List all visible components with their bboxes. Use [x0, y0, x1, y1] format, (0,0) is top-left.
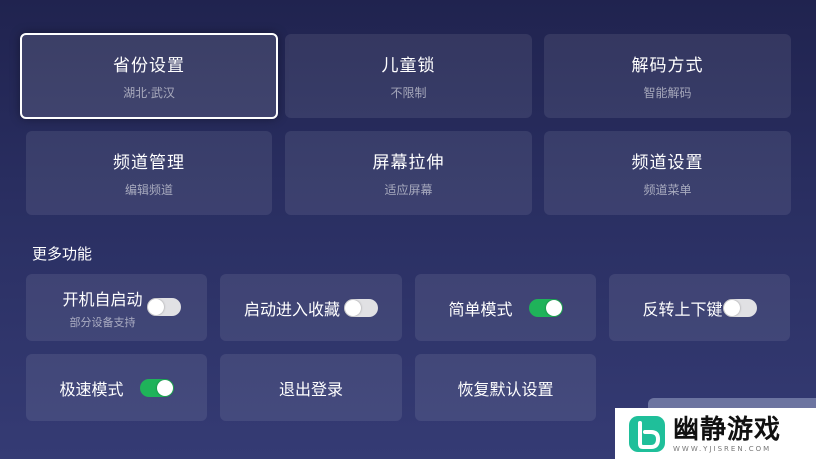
watermark-badge: 幽静游戏 WWW.YJISREN.COM: [615, 408, 816, 459]
tile-subtitle: 频道菜单: [643, 183, 692, 197]
tile-label: 开机自启动: [62, 289, 143, 309]
section-title-more-features: 更多功能: [32, 245, 93, 263]
invert-updown-keys-toggle[interactable]: [722, 298, 757, 317]
tile-title: 儿童锁: [381, 56, 436, 76]
restore-defaults-button[interactable]: 恢复默认设置: [415, 354, 596, 421]
tile-content: 极速模式: [59, 376, 174, 400]
tile-label: 极速模式: [59, 379, 124, 399]
tile-title: 频道设置: [631, 153, 704, 173]
watermark-text: 幽静游戏 WWW.YJISREN.COM: [673, 415, 781, 453]
tile-child-lock[interactable]: 儿童锁 不限制: [285, 34, 532, 118]
tile-channel-settings[interactable]: 频道设置 频道菜单: [544, 131, 791, 215]
tile-subtitle: 适应屏幕: [384, 183, 433, 197]
toggle-knob: [148, 299, 164, 315]
auto-start-toggle[interactable]: [147, 298, 181, 316]
tile-decode-mode[interactable]: 解码方式 智能解码: [544, 34, 791, 118]
tile-content: 启动进入收藏: [244, 296, 378, 320]
tile-subtitle: 编辑频道: [124, 183, 173, 197]
tile-subtitle: 部分设备支持: [69, 315, 136, 329]
watermark-name: 幽静游戏: [673, 414, 782, 445]
tile-auto-start[interactable]: 开机自启动 部分设备支持: [26, 274, 207, 341]
tile-invert-updown-keys[interactable]: 反转上下键: [609, 274, 790, 341]
tile-simple-mode[interactable]: 简单模式: [415, 274, 596, 341]
tile-province-settings[interactable]: 省份设置 湖北·武汉: [20, 33, 278, 119]
tile-title: 频道管理: [113, 153, 185, 173]
tile-title: 解码方式: [631, 56, 704, 76]
tile-title: 省份设置: [113, 56, 185, 76]
watermark-logo-icon: [629, 415, 665, 452]
logout-button[interactable]: 退出登录: [220, 354, 402, 421]
toggle-knob: [723, 299, 740, 316]
tile-label: 启动进入收藏: [243, 299, 340, 319]
toggle-knob: [345, 299, 361, 316]
tile-label: 简单模式: [448, 299, 513, 319]
tile-label: 反转上下键: [642, 299, 723, 319]
tile-screen-stretch[interactable]: 屏幕拉伸 适应屏幕: [285, 131, 532, 215]
logout-label: 退出登录: [278, 379, 343, 399]
toggle-knob: [545, 299, 562, 316]
start-in-favorites-toggle[interactable]: [344, 298, 378, 317]
tile-content: 反转上下键: [642, 296, 757, 320]
tile-subtitle: 湖北·武汉: [123, 86, 175, 100]
tile-start-in-favorites[interactable]: 启动进入收藏: [220, 274, 402, 341]
tile-title: 屏幕拉伸: [372, 153, 445, 173]
toggle-knob: [156, 379, 173, 396]
tile-subtitle: 不限制: [390, 86, 427, 100]
watermark-url: WWW.YJISREN.COM: [673, 444, 772, 453]
tile-content: 简单模式: [448, 296, 563, 320]
tile-channel-management[interactable]: 频道管理 编辑频道: [26, 131, 272, 215]
tile-subtitle: 智能解码: [643, 86, 692, 100]
tile-fast-mode[interactable]: 极速模式: [26, 354, 207, 421]
fast-mode-toggle[interactable]: [139, 378, 174, 397]
simple-mode-toggle[interactable]: [528, 298, 563, 317]
restore-defaults-label: 恢复默认设置: [457, 379, 554, 399]
